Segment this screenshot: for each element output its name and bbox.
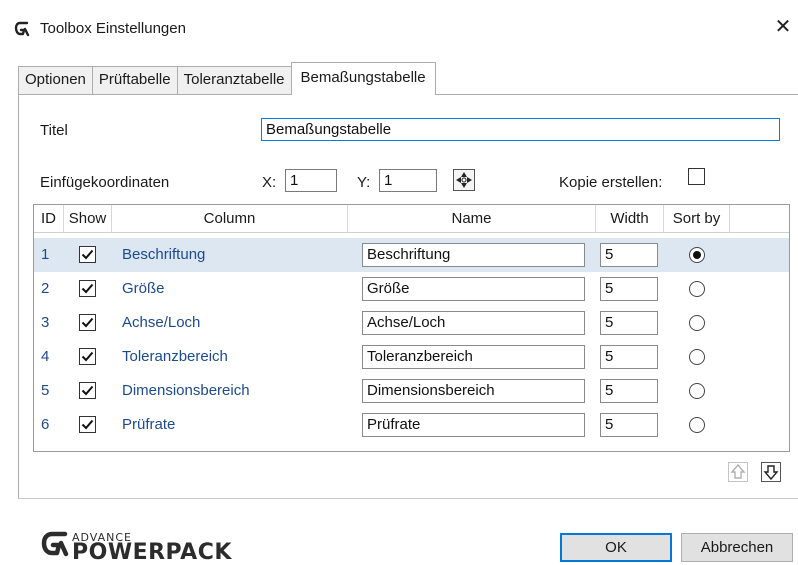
tab-bar: Optionen Prüftabelle Toleranztabelle Bem… [18, 62, 436, 95]
x-input[interactable]: 1 [285, 169, 337, 192]
y-label: Y: [357, 174, 371, 191]
header-sort: Sort by [664, 205, 730, 233]
header-id: ID [34, 205, 64, 233]
sort-radio[interactable] [689, 315, 705, 331]
checkmark-icon [81, 249, 94, 260]
table-row[interactable]: 6 Prüfrate Prüfrate 5 [34, 408, 789, 442]
row-width-input[interactable]: 5 [600, 311, 658, 335]
checkmark-icon [81, 317, 94, 328]
row-column: Dimensionsbereich [122, 382, 250, 399]
titel-input[interactable]: Bemaßungstabelle [261, 118, 780, 141]
sort-radio[interactable] [689, 383, 705, 399]
header-show: Show [64, 205, 112, 233]
titel-label: Titel [40, 122, 68, 139]
checkmark-icon [81, 283, 94, 294]
copy-label: Kopie erstellen: [559, 174, 663, 191]
header-name: Name [348, 205, 596, 233]
y-input[interactable]: 1 [379, 169, 437, 192]
title-bar: Toolbox Einstellungen ✕ [0, 0, 798, 58]
row-id: 1 [41, 246, 50, 263]
grid-header: ID Show Column Name Width Sort by [34, 205, 789, 233]
logo-powerpack-text: POWERPACK [72, 540, 232, 565]
sort-radio[interactable] [689, 417, 705, 433]
row-column: Beschriftung [122, 246, 206, 263]
row-id: 4 [41, 348, 50, 365]
row-name-input[interactable]: Prüfrate [362, 413, 585, 437]
row-width-input[interactable]: 5 [600, 379, 658, 403]
move-up-icon[interactable] [727, 461, 749, 483]
row-column: Prüfrate [122, 416, 176, 433]
show-checkbox[interactable] [79, 314, 96, 331]
row-name-input[interactable]: Achse/Loch [362, 311, 585, 335]
row-id: 2 [41, 280, 50, 297]
row-name-input[interactable]: Größe [362, 277, 585, 301]
header-width: Width [596, 205, 664, 233]
cancel-button[interactable]: Abbrechen [681, 533, 793, 562]
tab-optionen[interactable]: Optionen [18, 66, 93, 94]
table-row[interactable]: 5 Dimensionsbereich Dimensionsbereich 5 [34, 374, 789, 408]
show-checkbox[interactable] [79, 382, 96, 399]
app-logo-icon [14, 21, 30, 37]
copy-checkbox[interactable] [688, 168, 705, 185]
tab-bemassungstabelle[interactable]: Bemaßungstabelle [290, 62, 436, 95]
table-row[interactable]: 2 Größe Größe 5 [34, 272, 789, 306]
row-width-input[interactable]: 5 [600, 413, 658, 437]
sort-radio[interactable] [689, 281, 705, 297]
app-logo-icon [41, 531, 69, 557]
tab-pruftabelle[interactable]: Prüftabelle [91, 66, 178, 94]
move-down-icon[interactable] [760, 461, 782, 483]
row-id: 5 [41, 382, 50, 399]
row-column: Größe [122, 280, 165, 297]
column-grid: ID Show Column Name Width Sort by 1 Besc… [33, 204, 790, 452]
footer-divider [18, 498, 798, 499]
header-column: Column [112, 205, 348, 233]
show-checkbox[interactable] [79, 280, 96, 297]
window-title: Toolbox Einstellungen [40, 20, 186, 37]
x-label: X: [262, 174, 277, 191]
sort-radio[interactable] [689, 349, 705, 365]
row-name-input[interactable]: Beschriftung [362, 243, 585, 267]
checkmark-icon [81, 419, 94, 430]
ok-button[interactable]: OK [560, 533, 672, 562]
pick-point-icon[interactable] [453, 169, 475, 191]
row-width-input[interactable]: 5 [600, 243, 658, 267]
row-name-input[interactable]: Dimensionsbereich [362, 379, 585, 403]
show-checkbox[interactable] [79, 246, 96, 263]
row-column: Toleranzbereich [122, 348, 228, 365]
row-name-input[interactable]: Toleranzbereich [362, 345, 585, 369]
row-id: 3 [41, 314, 50, 331]
checkmark-icon [81, 385, 94, 396]
row-column: Achse/Loch [122, 314, 201, 331]
coords-label: Einfügekoordinaten [40, 174, 170, 191]
checkmark-icon [81, 351, 94, 362]
tab-toleranztabelle[interactable]: Toleranztabelle [176, 66, 292, 94]
row-width-input[interactable]: 5 [600, 277, 658, 301]
table-row[interactable]: 4 Toleranzbereich Toleranzbereich 5 [34, 340, 789, 374]
close-icon[interactable]: ✕ [772, 16, 794, 38]
row-id: 6 [41, 416, 50, 433]
sort-radio[interactable] [689, 247, 705, 263]
table-row[interactable]: 3 Achse/Loch Achse/Loch 5 [34, 306, 789, 340]
show-checkbox[interactable] [79, 348, 96, 365]
show-checkbox[interactable] [79, 416, 96, 433]
table-row[interactable]: 1 Beschriftung Beschriftung 5 [34, 238, 789, 272]
row-width-input[interactable]: 5 [600, 345, 658, 369]
